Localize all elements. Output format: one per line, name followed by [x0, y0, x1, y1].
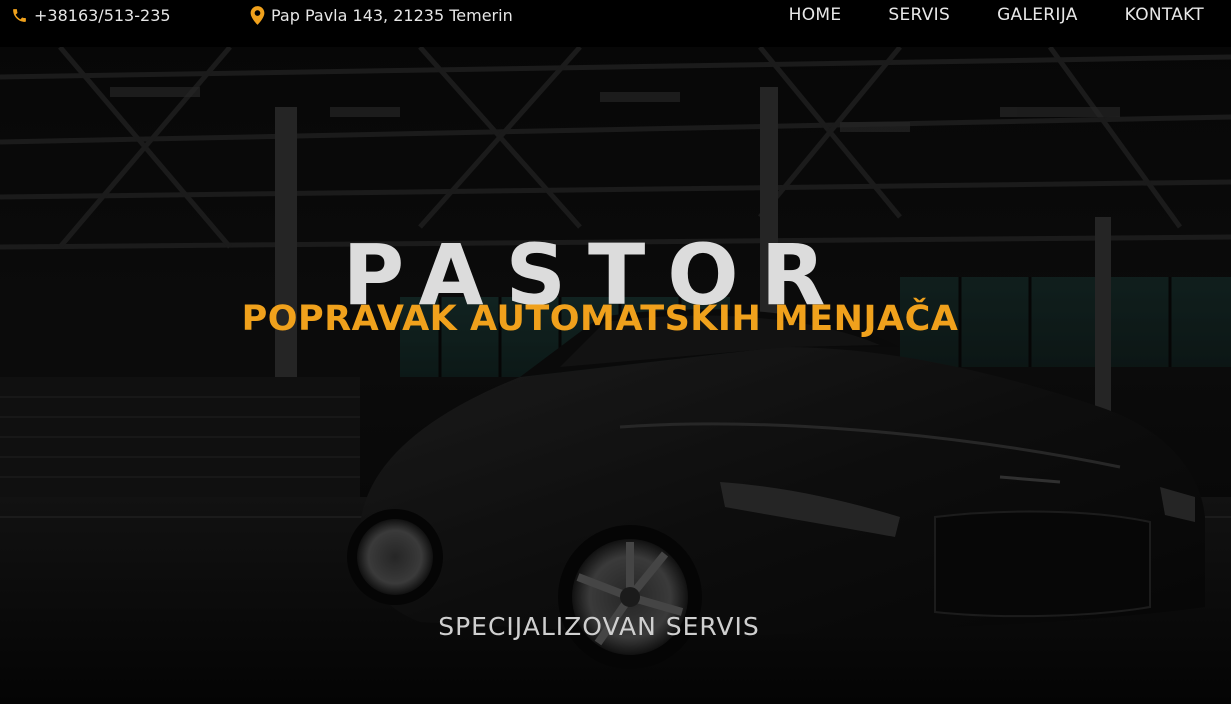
nav-servis[interactable]: SERVIS — [888, 5, 950, 25]
main-nav: HOME SERVIS GALERIJA KONTAKT — [789, 5, 1204, 25]
map-marker-icon — [250, 6, 265, 25]
nav-kontakt[interactable]: KONTAKT — [1125, 5, 1204, 25]
phone-icon — [11, 7, 28, 24]
phone-number: +38163/513-235 — [34, 6, 171, 25]
nav-home[interactable]: HOME — [789, 5, 842, 25]
address-text: Pap Pavla 143, 21235 Temerin — [271, 6, 513, 25]
hero-subtitle: POPRAVAK AUTOMATSKIH MENJAČA — [241, 299, 959, 340]
phone-contact[interactable]: +38163/513-235 — [11, 6, 171, 25]
hero-background-image — [0, 47, 1231, 704]
page: +38163/513-235 Pap Pavla 143, 21235 Teme… — [0, 0, 1231, 704]
hero-tagline: SPECIJALIZOVAN SERVIS — [438, 612, 760, 641]
address-contact[interactable]: Pap Pavla 143, 21235 Temerin — [250, 6, 513, 25]
top-bar: +38163/513-235 Pap Pavla 143, 21235 Teme… — [0, 0, 1231, 47]
nav-galerija[interactable]: GALERIJA — [997, 5, 1078, 25]
hero-section: PASTOR POPRAVAK AUTOMATSKIH MENJAČA SPEC… — [0, 47, 1231, 704]
